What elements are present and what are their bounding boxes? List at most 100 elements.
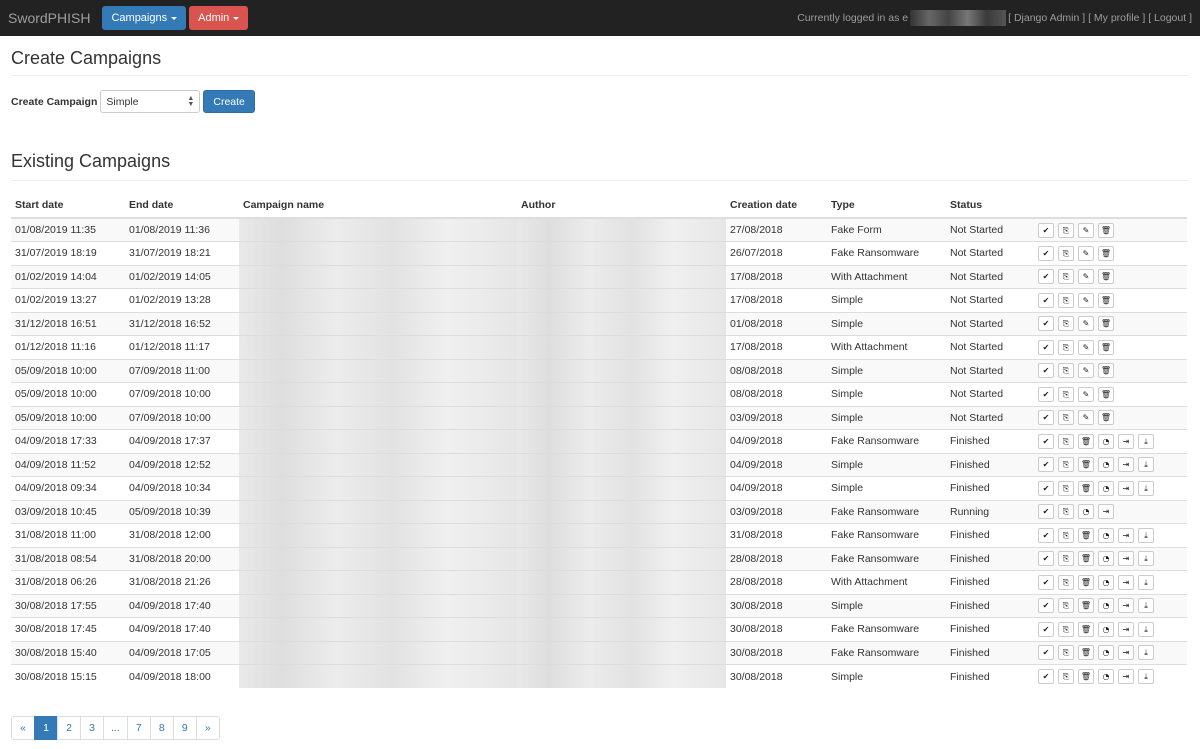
export-button[interactable]: ⇥ — [1118, 598, 1134, 614]
copy-button[interactable]: ⎘ — [1058, 669, 1074, 684]
check-button[interactable]: ✔ — [1038, 339, 1054, 355]
trash-button[interactable]: 🗑 — [1098, 363, 1114, 379]
trash-button[interactable]: 🗑 — [1078, 480, 1094, 496]
download-button[interactable]: ⤓ — [1138, 527, 1154, 543]
stats-button[interactable]: ◔ — [1098, 574, 1114, 590]
stats-button[interactable]: ◔ — [1098, 621, 1114, 637]
check-button[interactable]: ✔ — [1038, 316, 1054, 332]
copy-button[interactable]: ⎘ — [1058, 222, 1074, 238]
export-button[interactable]: ⇥ — [1118, 527, 1134, 543]
copy-button[interactable]: ⎘ — [1058, 316, 1074, 332]
edit-button[interactable]: ✎ — [1078, 245, 1094, 261]
export-button[interactable]: ⇥ — [1118, 433, 1134, 449]
edit-button[interactable]: ✎ — [1078, 292, 1094, 308]
download-button[interactable]: ⤓ — [1138, 669, 1154, 684]
check-button[interactable]: ✔ — [1038, 480, 1054, 496]
brand-logo[interactable]: SwordPHISH — [8, 10, 90, 26]
stats-button[interactable]: ◔ — [1098, 645, 1114, 661]
col-creation-date[interactable]: Creation date — [726, 193, 827, 219]
check-button[interactable]: ✔ — [1038, 504, 1054, 520]
check-button[interactable]: ✔ — [1038, 551, 1054, 567]
download-button[interactable]: ⤓ — [1138, 457, 1154, 473]
check-button[interactable]: ✔ — [1038, 410, 1054, 426]
stats-button[interactable]: ◔ — [1098, 480, 1114, 496]
stats-button[interactable]: ◔ — [1098, 527, 1114, 543]
trash-button[interactable]: 🗑 — [1078, 645, 1094, 661]
check-button[interactable]: ✔ — [1038, 363, 1054, 379]
check-button[interactable]: ✔ — [1038, 457, 1054, 473]
download-button[interactable]: ⤓ — [1138, 480, 1154, 496]
trash-button[interactable]: 🗑 — [1098, 386, 1114, 402]
copy-button[interactable]: ⎘ — [1058, 292, 1074, 308]
copy-button[interactable]: ⎘ — [1058, 386, 1074, 402]
copy-button[interactable]: ⎘ — [1058, 245, 1074, 261]
col-author[interactable]: Author — [517, 193, 726, 219]
edit-button[interactable]: ✎ — [1078, 316, 1094, 332]
download-button[interactable]: ⤓ — [1138, 574, 1154, 590]
copy-button[interactable]: ⎘ — [1058, 433, 1074, 449]
my-profile-link[interactable]: [ My profile ] — [1088, 12, 1145, 24]
check-button[interactable]: ✔ — [1038, 669, 1054, 684]
stats-button[interactable]: ◔ — [1098, 457, 1114, 473]
copy-button[interactable]: ⎘ — [1058, 363, 1074, 379]
check-button[interactable]: ✔ — [1038, 527, 1054, 543]
page-7[interactable]: 7 — [126, 716, 151, 740]
check-button[interactable]: ✔ — [1038, 292, 1054, 308]
trash-button[interactable]: 🗑 — [1078, 457, 1094, 473]
check-button[interactable]: ✔ — [1038, 645, 1054, 661]
stats-button[interactable]: ◔ — [1098, 598, 1114, 614]
check-button[interactable]: ✔ — [1038, 222, 1054, 238]
page-1[interactable]: 1 — [34, 716, 58, 740]
create-button[interactable]: Create — [203, 90, 255, 113]
trash-button[interactable]: 🗑 — [1098, 410, 1114, 426]
col-end-date[interactable]: End date — [125, 193, 239, 219]
trash-button[interactable]: 🗑 — [1098, 245, 1114, 261]
edit-button[interactable]: ✎ — [1078, 363, 1094, 379]
download-button[interactable]: ⤓ — [1138, 621, 1154, 637]
stats-button[interactable]: ◔ — [1098, 433, 1114, 449]
page-8[interactable]: 8 — [149, 716, 174, 740]
logout-link[interactable]: [ Logout ] — [1148, 12, 1192, 24]
trash-button[interactable]: 🗑 — [1098, 316, 1114, 332]
export-button[interactable]: ⇥ — [1118, 645, 1134, 661]
export-button[interactable]: ⇥ — [1118, 551, 1134, 567]
campaigns-menu-button[interactable]: Campaigns — [102, 6, 187, 30]
edit-button[interactable]: ✎ — [1078, 269, 1094, 285]
stats-button[interactable]: ◔ — [1098, 551, 1114, 567]
copy-button[interactable]: ⎘ — [1058, 480, 1074, 496]
trash-button[interactable]: 🗑 — [1078, 621, 1094, 637]
download-button[interactable]: ⤓ — [1138, 645, 1154, 661]
copy-button[interactable]: ⎘ — [1058, 339, 1074, 355]
page-9[interactable]: 9 — [172, 716, 197, 740]
col-type[interactable]: Type — [827, 193, 946, 219]
campaign-type-select[interactable]: Simple ▲ ▼ — [100, 90, 201, 113]
edit-button[interactable]: ✎ — [1078, 386, 1094, 402]
trash-button[interactable]: 🗑 — [1098, 269, 1114, 285]
copy-button[interactable]: ⎘ — [1058, 410, 1074, 426]
admin-menu-button[interactable]: Admin — [189, 6, 249, 30]
trash-button[interactable]: 🗑 — [1078, 598, 1094, 614]
check-button[interactable]: ✔ — [1038, 245, 1054, 261]
export-button[interactable]: ⇥ — [1118, 621, 1134, 637]
download-button[interactable]: ⤓ — [1138, 433, 1154, 449]
col-start-date[interactable]: Start date — [11, 193, 125, 219]
page-next[interactable]: » — [195, 716, 220, 740]
export-button[interactable]: ⇥ — [1098, 504, 1114, 520]
copy-button[interactable]: ⎘ — [1058, 504, 1074, 520]
page-3[interactable]: 3 — [80, 716, 104, 740]
copy-button[interactable]: ⎘ — [1058, 551, 1074, 567]
page-2[interactable]: 2 — [57, 716, 81, 740]
copy-button[interactable]: ⎘ — [1058, 598, 1074, 614]
trash-button[interactable]: 🗑 — [1078, 574, 1094, 590]
download-button[interactable]: ⤓ — [1138, 598, 1154, 614]
copy-button[interactable]: ⎘ — [1058, 621, 1074, 637]
copy-button[interactable]: ⎘ — [1058, 527, 1074, 543]
check-button[interactable]: ✔ — [1038, 433, 1054, 449]
copy-button[interactable]: ⎘ — [1058, 645, 1074, 661]
check-button[interactable]: ✔ — [1038, 386, 1054, 402]
export-button[interactable]: ⇥ — [1118, 457, 1134, 473]
django-admin-link[interactable]: [ Django Admin ] — [1008, 12, 1085, 24]
page-prev[interactable]: « — [11, 716, 35, 740]
export-button[interactable]: ⇥ — [1118, 480, 1134, 496]
check-button[interactable]: ✔ — [1038, 269, 1054, 285]
